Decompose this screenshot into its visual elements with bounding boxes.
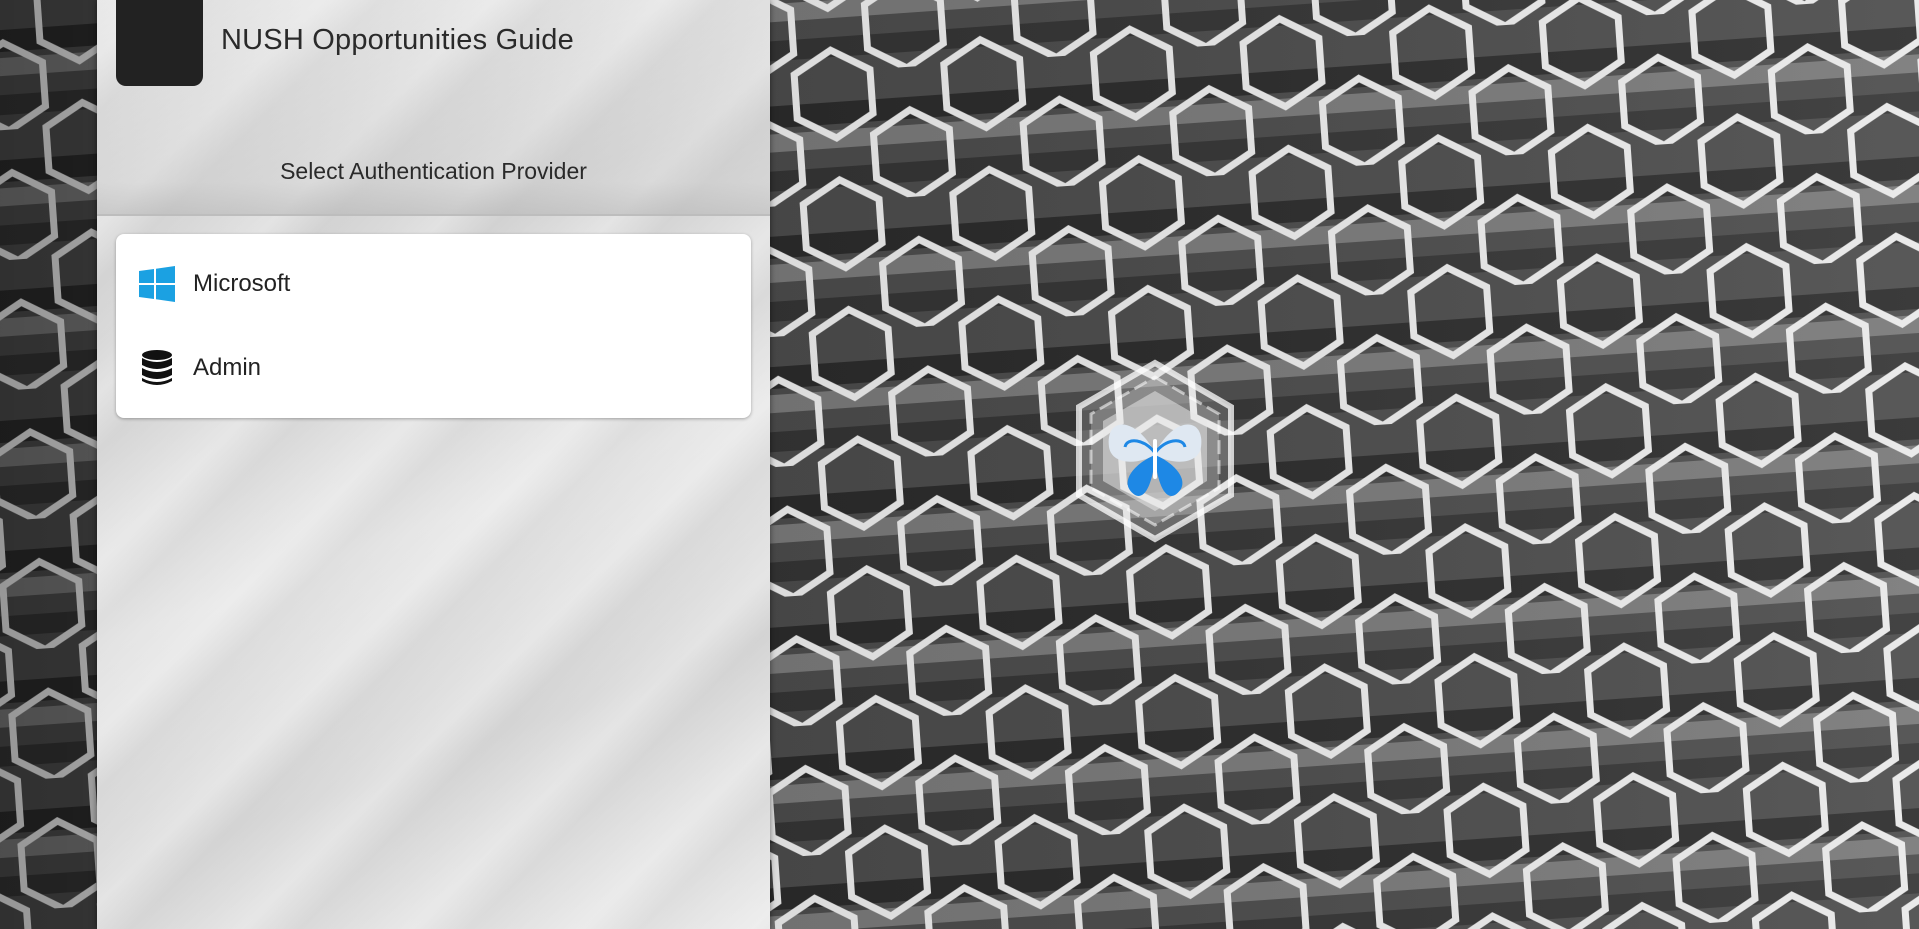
provider-list: Microsoft Admin xyxy=(116,234,751,418)
provider-label: Admin xyxy=(193,354,262,381)
panel-header: NUSH Opportunities Guide Select Authenti… xyxy=(97,0,770,216)
provider-microsoft-button[interactable]: Microsoft xyxy=(116,242,751,326)
app-title: NUSH Opportunities Guide xyxy=(221,24,574,56)
provider-label: Microsoft xyxy=(193,270,291,297)
provider-admin-button[interactable]: Admin xyxy=(116,326,751,410)
windows-logo-icon xyxy=(139,266,175,302)
database-icon xyxy=(139,350,175,386)
app-logo xyxy=(116,0,203,86)
auth-provider-heading: Select Authentication Provider xyxy=(280,158,587,184)
login-panel: NUSH Opportunities Guide Select Authenti… xyxy=(97,0,770,929)
butterfly-badge-icon xyxy=(1065,355,1245,555)
